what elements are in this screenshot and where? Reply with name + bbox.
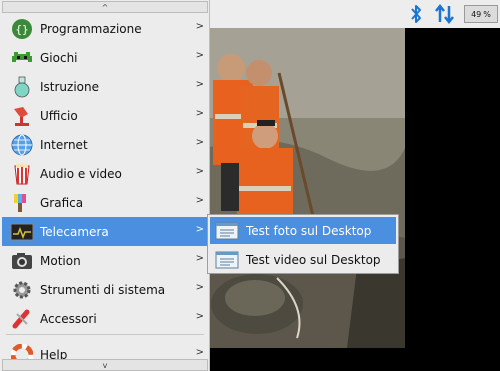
chevron-right-icon: > xyxy=(195,253,204,264)
menu-separator xyxy=(6,334,204,335)
svg-text:{}: {} xyxy=(15,23,28,36)
submenu-item-test-foto[interactable]: Test foto sul Desktop xyxy=(210,217,396,244)
menu-scroll-up-button[interactable]: ^ xyxy=(2,1,208,13)
bluetooth-icon[interactable] xyxy=(406,3,426,25)
cpu-monitor[interactable]: 49 % xyxy=(464,5,498,23)
submenu-item-test-video[interactable]: Test video sul Desktop xyxy=(210,246,396,273)
audio-video-icon xyxy=(8,162,36,186)
menu-item-accessori[interactable]: Accessori > xyxy=(2,304,208,333)
chevron-right-icon: > xyxy=(195,79,204,90)
menu-item-motion[interactable]: Motion > xyxy=(2,246,208,275)
chevron-right-icon: > xyxy=(195,311,204,322)
menu-item-giochi[interactable]: Giochi > xyxy=(2,43,208,72)
telecamera-submenu: Test foto sul Desktop Test video sul Des… xyxy=(207,214,399,274)
chevron-right-icon: > xyxy=(195,50,204,61)
chevron-right-icon: > xyxy=(195,137,204,148)
menu-item-programmazione[interactable]: {} Programmazione > xyxy=(2,14,208,43)
chevron-right-icon: > xyxy=(195,166,204,177)
graphics-icon xyxy=(8,191,36,215)
chevron-right-icon: > xyxy=(195,108,204,119)
menu-item-label: Istruzione xyxy=(40,79,99,94)
chevron-up-icon: ^ xyxy=(101,2,109,12)
menu-item-telecamera[interactable]: Telecamera > xyxy=(2,217,208,246)
application-menu: ^ {} Programmazione > Giochi > Istruzion… xyxy=(0,0,210,371)
menu-item-label: Programmazione xyxy=(40,21,142,36)
menu-item-label: Strumenti di sistema xyxy=(40,282,166,297)
menu-item-label: Ufficio xyxy=(40,108,78,123)
chevron-right-icon: > xyxy=(195,282,204,293)
menu-item-internet[interactable]: Internet > xyxy=(2,130,208,159)
menu-item-strumenti-di-sistema[interactable]: Strumenti di sistema > xyxy=(2,275,208,304)
office-icon xyxy=(8,104,36,128)
accessories-icon xyxy=(8,307,36,331)
menu-item-label: Telecamera xyxy=(40,224,109,239)
menu-item-istruzione[interactable]: Istruzione > xyxy=(2,72,208,101)
cpu-value: 49 xyxy=(471,9,482,19)
submenu-item-label: Test foto sul Desktop xyxy=(246,223,372,238)
chevron-down-icon: v xyxy=(102,360,108,370)
menu-item-grafica[interactable]: Grafica > xyxy=(2,188,208,217)
menu-item-label: Grafica xyxy=(40,195,84,210)
system-tools-icon xyxy=(8,278,36,302)
menu-item-ufficio[interactable]: Ufficio > xyxy=(2,101,208,130)
chevron-right-icon: > xyxy=(195,21,204,32)
internet-globe-icon xyxy=(8,133,36,157)
menu-item-label: Accessori xyxy=(40,311,97,326)
menu-item-label: Motion xyxy=(40,253,81,268)
cpu-unit: % xyxy=(483,9,491,19)
camera-monitor-icon xyxy=(8,220,36,244)
submenu-item-label: Test video sul Desktop xyxy=(246,252,381,267)
menu-item-label: Audio e video xyxy=(40,166,122,181)
chevron-right-icon: > xyxy=(195,195,204,206)
chevron-right-icon: > xyxy=(195,347,204,358)
menu-scroll-down-button[interactable]: v xyxy=(2,359,208,371)
chevron-right-icon: > xyxy=(195,224,204,235)
menu-item-label: Giochi xyxy=(40,50,78,65)
desktop-photo xyxy=(207,28,405,348)
games-icon xyxy=(8,46,36,70)
education-icon xyxy=(8,75,36,99)
network-arrows-icon[interactable] xyxy=(432,3,458,25)
desktop-file-icon xyxy=(214,250,240,270)
desktop-file-icon xyxy=(214,221,240,241)
motion-camera-icon xyxy=(8,249,36,273)
programming-icon: {} xyxy=(8,17,36,41)
menu-item-audio-e-video[interactable]: Audio e video > xyxy=(2,159,208,188)
menu-item-label: Internet xyxy=(40,137,88,152)
